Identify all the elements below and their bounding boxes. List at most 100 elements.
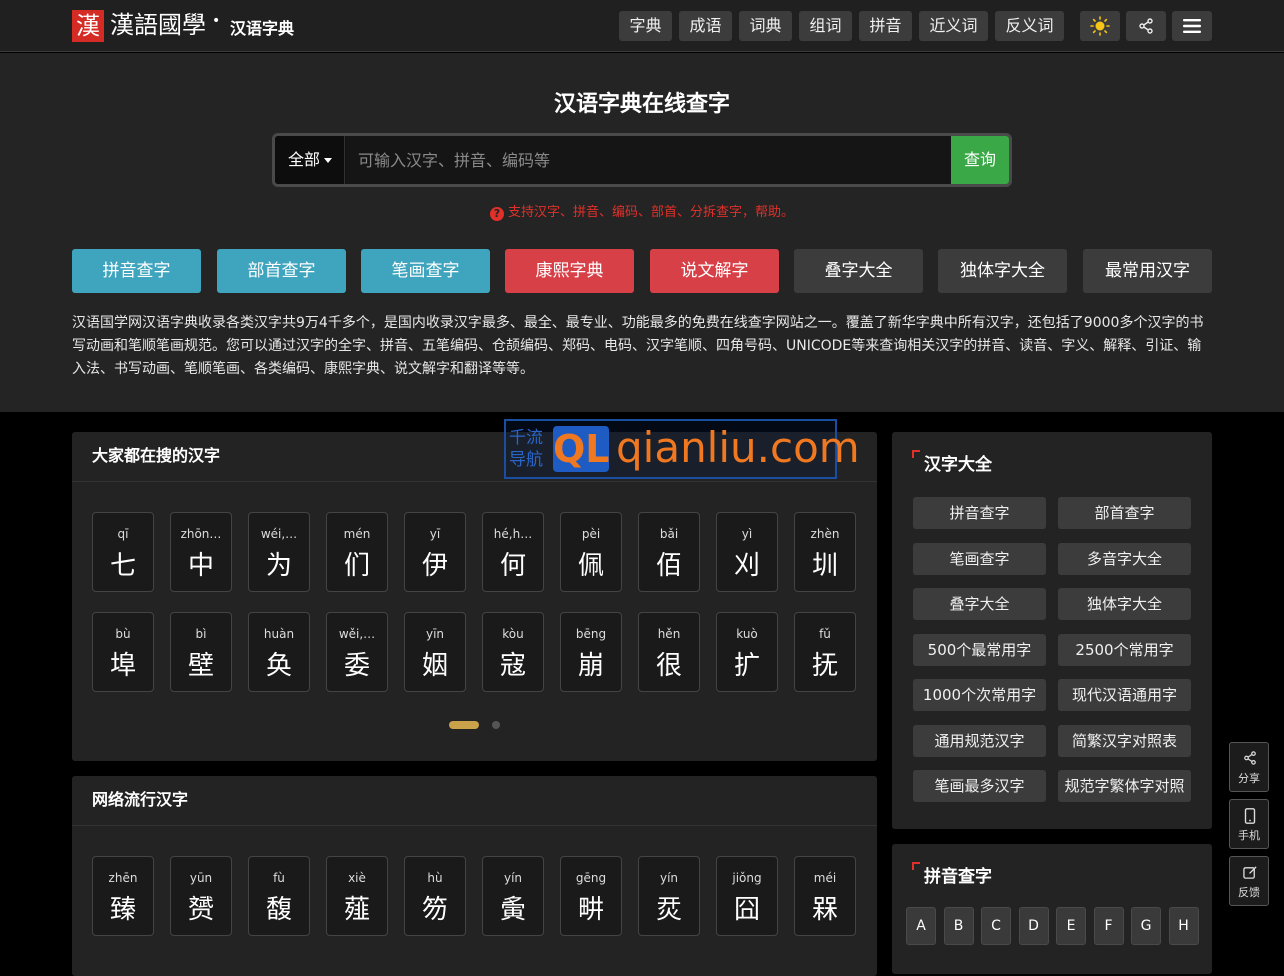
pinyin-letter-button[interactable]: F: [1093, 907, 1124, 945]
pinyin-letter-button[interactable]: B: [943, 907, 974, 945]
char-card[interactable]: bù 埠: [92, 612, 154, 692]
char-card[interactable]: bì 壁: [170, 612, 232, 692]
share-button[interactable]: [1126, 11, 1166, 41]
search-button[interactable]: 查询: [951, 136, 1009, 184]
nav-link-jinyici[interactable]: 近义词: [919, 11, 988, 41]
char-card[interactable]: bēng 崩: [560, 612, 622, 692]
char-card[interactable]: gēng 畊: [560, 856, 622, 936]
help-icon: ?: [489, 207, 504, 221]
nav-link-pinyin[interactable]: 拼音: [859, 11, 912, 41]
sidebar-link[interactable]: 通用规范汉字: [913, 724, 1046, 757]
char-card[interactable]: yūn 赟: [170, 856, 232, 936]
quick-button-bihua[interactable]: 笔画查字: [361, 249, 490, 293]
sidebar-link[interactable]: 简繁汉字对照表: [1058, 724, 1191, 757]
sidebar-link[interactable]: 2500个常用字: [1058, 633, 1191, 666]
char-card[interactable]: wéi,… 为: [248, 512, 310, 592]
char-glyph: 佩: [577, 551, 604, 581]
char-card[interactable]: fù 馥: [248, 856, 310, 936]
pinyin-letter-button[interactable]: A: [906, 907, 936, 945]
char-pinyin: yì: [741, 527, 753, 541]
char-pinyin: yūn: [189, 871, 213, 885]
float-feedback-button[interactable]: 反馈: [1229, 856, 1269, 906]
sidebar-link[interactable]: 1000个次常用字: [913, 679, 1046, 711]
search-hint-text[interactable]: 支持汉字、拼音、编码、部首、分拆查字，帮助。: [508, 205, 794, 220]
search-scope-dropdown[interactable]: 全部: [275, 136, 345, 184]
char-card[interactable]: yī 伊: [404, 512, 466, 592]
char-pinyin: bǎi: [659, 527, 679, 541]
char-card[interactable]: zhōn… 中: [170, 512, 232, 592]
site-name[interactable]: 汉语字典: [230, 15, 294, 39]
quick-button-dutizi[interactable]: 独体字大全: [938, 249, 1067, 293]
pinyin-letter-button[interactable]: G: [1131, 907, 1161, 945]
char-card[interactable]: qī 七: [92, 512, 154, 592]
carousel-dot[interactable]: [492, 721, 500, 729]
nav-link-zuci[interactable]: 组词: [799, 11, 852, 41]
char-card[interactable]: hù 笏: [404, 856, 466, 936]
char-card[interactable]: zhēn 臻: [92, 856, 154, 936]
nav-link-chengyu[interactable]: 成语: [679, 11, 732, 41]
sidebar-link[interactable]: 500个最常用字: [913, 633, 1046, 666]
char-card[interactable]: hěn 很: [638, 612, 700, 692]
char-glyph: 埠: [109, 651, 136, 681]
quick-button-shuowen[interactable]: 说文解字: [650, 249, 779, 293]
char-card[interactable]: kòu 寇: [482, 612, 544, 692]
sidebar-link[interactable]: 笔画最多汉字: [913, 770, 1046, 802]
char-card[interactable]: jiǒng 囧: [716, 856, 778, 936]
char-card[interactable]: méi 槑: [794, 856, 856, 936]
popular-chars-panel: 大家都在搜的汉字 qī 七 zhōn… 中 wéi,… 为 mén 们 yī 伊 hé,h… 何 pèi…: [72, 432, 877, 761]
quick-button-diezi[interactable]: 叠字大全: [794, 249, 923, 293]
nav-link-cidian[interactable]: 词典: [739, 11, 792, 41]
char-pinyin: yī: [429, 527, 441, 541]
char-card[interactable]: huàn 奂: [248, 612, 310, 692]
char-pinyin: fǔ: [819, 627, 831, 641]
char-card[interactable]: wěi,… 委: [326, 612, 388, 692]
char-card[interactable]: bǎi 佰: [638, 512, 700, 592]
quick-button-changyong[interactable]: 最常用汉字: [1083, 249, 1212, 293]
char-pinyin: zhēn: [108, 871, 138, 885]
char-card[interactable]: zhèn 圳: [794, 512, 856, 592]
char-card[interactable]: yín 烎: [638, 856, 700, 936]
nav-link-zidian[interactable]: 字典: [619, 11, 672, 41]
sidebar-link[interactable]: 规范字繁体字对照: [1058, 770, 1191, 802]
sidebar-link[interactable]: 现代汉语通用字: [1058, 679, 1191, 711]
char-card[interactable]: pèi 佩: [560, 512, 622, 592]
char-card[interactable]: fǔ 抚: [794, 612, 856, 692]
char-card[interactable]: yīn 姻: [404, 612, 466, 692]
char-glyph: 何: [499, 551, 526, 581]
top-navbar: 漢 漢語國學 • 汉语字典 字典 成语 词典 组词 拼音 近义词 反义词: [0, 0, 1284, 52]
sidebar-link[interactable]: 叠字大全: [913, 588, 1046, 620]
quick-button-bushou[interactable]: 部首查字: [217, 249, 346, 293]
pinyin-letter-button[interactable]: H: [1168, 907, 1199, 945]
logo-seal[interactable]: 漢: [72, 10, 104, 42]
pinyin-letter-button[interactable]: C: [981, 907, 1011, 945]
char-pinyin: bì: [195, 627, 207, 641]
pinyin-letter-button[interactable]: D: [1018, 907, 1049, 945]
sidebar-link[interactable]: 拼音查字: [913, 497, 1046, 529]
menu-button[interactable]: [1172, 11, 1212, 41]
char-card[interactable]: hé,h… 何: [482, 512, 544, 592]
quick-button-kangxi[interactable]: 康熙字典: [505, 249, 634, 293]
char-card[interactable]: mén 们: [326, 512, 388, 592]
char-card[interactable]: yì 刈: [716, 512, 778, 592]
char-card[interactable]: yín 夤: [482, 856, 544, 936]
char-card[interactable]: xiè 薤: [326, 856, 388, 936]
carousel-dot-active[interactable]: [449, 721, 479, 729]
nav-link-fanyici[interactable]: 反义词: [995, 11, 1064, 41]
float-mobile-button[interactable]: 手机: [1229, 799, 1269, 849]
quick-button-pinyin[interactable]: 拼音查字: [72, 249, 201, 293]
logo-text[interactable]: 漢語國學: [110, 8, 206, 42]
float-share-button[interactable]: 分享: [1229, 742, 1269, 792]
search-input[interactable]: [346, 136, 951, 184]
char-glyph: 姻: [421, 651, 448, 681]
float-feedback-label: 反馈: [1238, 886, 1260, 899]
pinyin-letter-button[interactable]: E: [1056, 907, 1086, 945]
char-glyph: 赟: [187, 895, 214, 925]
site-intro: 汉语国学网汉语字典收录各类汉字共9万4千多个，是国内收录汉字最多、最全、最专业、…: [72, 315, 1204, 377]
sidebar-link[interactable]: 多音字大全: [1058, 542, 1191, 575]
sidebar-link[interactable]: 独体字大全: [1058, 588, 1191, 620]
sidebar-link[interactable]: 笔画查字: [913, 542, 1046, 575]
sidebar-link[interactable]: 部首查字: [1058, 497, 1191, 529]
theme-toggle-button[interactable]: [1080, 11, 1120, 41]
char-pinyin: bù: [115, 627, 131, 641]
char-card[interactable]: kuò 扩: [716, 612, 778, 692]
